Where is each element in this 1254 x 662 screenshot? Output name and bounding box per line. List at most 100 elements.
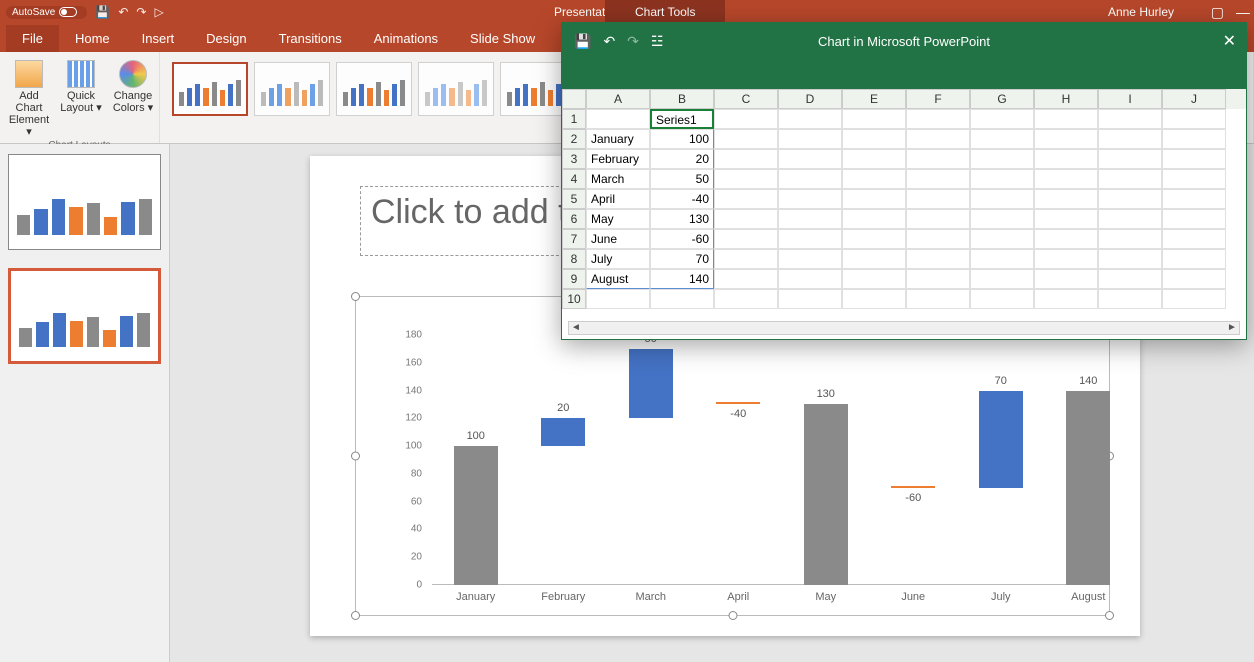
excel-row-header[interactable]: 7 [562,229,586,249]
excel-cell[interactable] [778,229,842,249]
excel-cell[interactable] [714,149,778,169]
excel-col-header[interactable]: C [714,89,778,109]
excel-row-header[interactable]: 6 [562,209,586,229]
excel-cell[interactable] [906,189,970,209]
excel-cell[interactable] [970,229,1034,249]
tab-animations[interactable]: Animations [358,25,454,52]
excel-cell[interactable] [842,249,906,269]
excel-cell[interactable] [906,149,970,169]
excel-cell[interactable] [1162,229,1226,249]
chart-style-4[interactable] [418,62,494,116]
excel-col-header[interactable]: B [650,89,714,109]
selection-handle[interactable] [351,292,360,301]
excel-cell[interactable] [1098,109,1162,129]
excel-cell[interactable] [778,129,842,149]
excel-cell[interactable] [778,109,842,129]
chart-bar[interactable]: 140 [1060,335,1116,585]
excel-cell[interactable]: 70 [650,249,714,269]
excel-cell[interactable] [778,189,842,209]
chart-bar[interactable]: 50 [623,335,679,585]
excel-cell[interactable] [1034,189,1098,209]
excel-cell[interactable]: January [586,129,650,149]
excel-col-header[interactable]: H [1034,89,1098,109]
excel-cell[interactable] [778,249,842,269]
excel-cell[interactable] [778,209,842,229]
excel-cell[interactable] [1162,169,1226,189]
excel-cell[interactable] [778,149,842,169]
excel-col-header[interactable]: J [1162,89,1226,109]
excel-cell[interactable] [1162,109,1226,129]
excel-cell[interactable] [842,269,906,289]
excel-col-header[interactable]: F [906,89,970,109]
excel-cell[interactable] [1098,149,1162,169]
excel-cell[interactable] [970,189,1034,209]
excel-cell[interactable] [906,209,970,229]
excel-cell[interactable] [586,289,650,309]
excel-cell[interactable] [1098,189,1162,209]
excel-cell[interactable] [1034,249,1098,269]
scroll-left-icon[interactable]: ◄ [569,322,583,334]
excel-row-header[interactable]: 4 [562,169,586,189]
excel-cell[interactable] [906,129,970,149]
excel-cell[interactable] [970,289,1034,309]
slide-thumbnail-1[interactable] [8,154,161,250]
excel-cell[interactable] [714,209,778,229]
excel-cell[interactable] [714,249,778,269]
excel-cell[interactable] [586,109,650,129]
excel-cell[interactable] [1162,289,1226,309]
tab-home[interactable]: Home [59,25,126,52]
excel-cell[interactable] [1098,229,1162,249]
excel-cell[interactable] [970,129,1034,149]
excel-cell[interactable] [1098,209,1162,229]
excel-cell[interactable] [970,209,1034,229]
excel-row-header[interactable]: 2 [562,129,586,149]
tab-insert[interactable]: Insert [126,25,191,52]
excel-row-header[interactable]: 5 [562,189,586,209]
excel-col-header[interactable]: D [778,89,842,109]
excel-cell[interactable] [650,289,714,309]
undo-icon[interactable]: ↶ [118,5,128,19]
excel-horizontal-scrollbar[interactable]: ◄ ► [568,321,1240,335]
excel-cell[interactable]: July [586,249,650,269]
excel-cell[interactable] [970,169,1034,189]
save-icon[interactable]: 💾 [95,5,110,19]
excel-cell[interactable] [842,129,906,149]
excel-cell[interactable] [1034,129,1098,149]
excel-cell[interactable] [1034,209,1098,229]
excel-cell[interactable] [970,249,1034,269]
excel-cell[interactable]: 100 [650,129,714,149]
excel-cell[interactable]: August [586,269,650,289]
change-colors-button[interactable]: Change Colors ▾ [112,60,154,114]
excel-row-header[interactable]: 10 [562,289,586,309]
excel-cell[interactable] [1034,229,1098,249]
ribbon-options-icon[interactable]: ▢ [1211,4,1224,21]
excel-cell[interactable]: 130 [650,209,714,229]
excel-cell[interactable] [842,149,906,169]
chart-style-3[interactable] [336,62,412,116]
excel-cell[interactable] [1162,209,1226,229]
excel-cell[interactable] [1034,269,1098,289]
excel-cell[interactable] [714,109,778,129]
chart-style-2[interactable] [254,62,330,116]
excel-cell[interactable] [842,109,906,129]
excel-cell[interactable] [714,289,778,309]
excel-cell[interactable] [1162,249,1226,269]
excel-cell[interactable] [970,149,1034,169]
excel-cell[interactable] [714,229,778,249]
autosave-toggle[interactable]: AutoSave [6,6,87,19]
scroll-right-icon[interactable]: ► [1225,322,1239,334]
excel-cell[interactable] [1162,189,1226,209]
excel-row-header[interactable]: 9 [562,269,586,289]
excel-cell[interactable] [906,169,970,189]
chart-bar[interactable]: 130 [798,335,854,585]
excel-cell[interactable] [842,189,906,209]
chart-bar[interactable]: -60 [885,335,941,585]
excel-cell[interactable] [714,269,778,289]
excel-grid[interactable]: 1Series12January1003February204March505A… [562,109,1246,309]
excel-col-header[interactable]: G [970,89,1034,109]
excel-row-header[interactable]: 1 [562,109,586,129]
excel-cell[interactable]: March [586,169,650,189]
selection-handle[interactable] [351,452,360,461]
excel-cell[interactable] [714,169,778,189]
excel-close-button[interactable]: ✕ [1223,31,1236,51]
